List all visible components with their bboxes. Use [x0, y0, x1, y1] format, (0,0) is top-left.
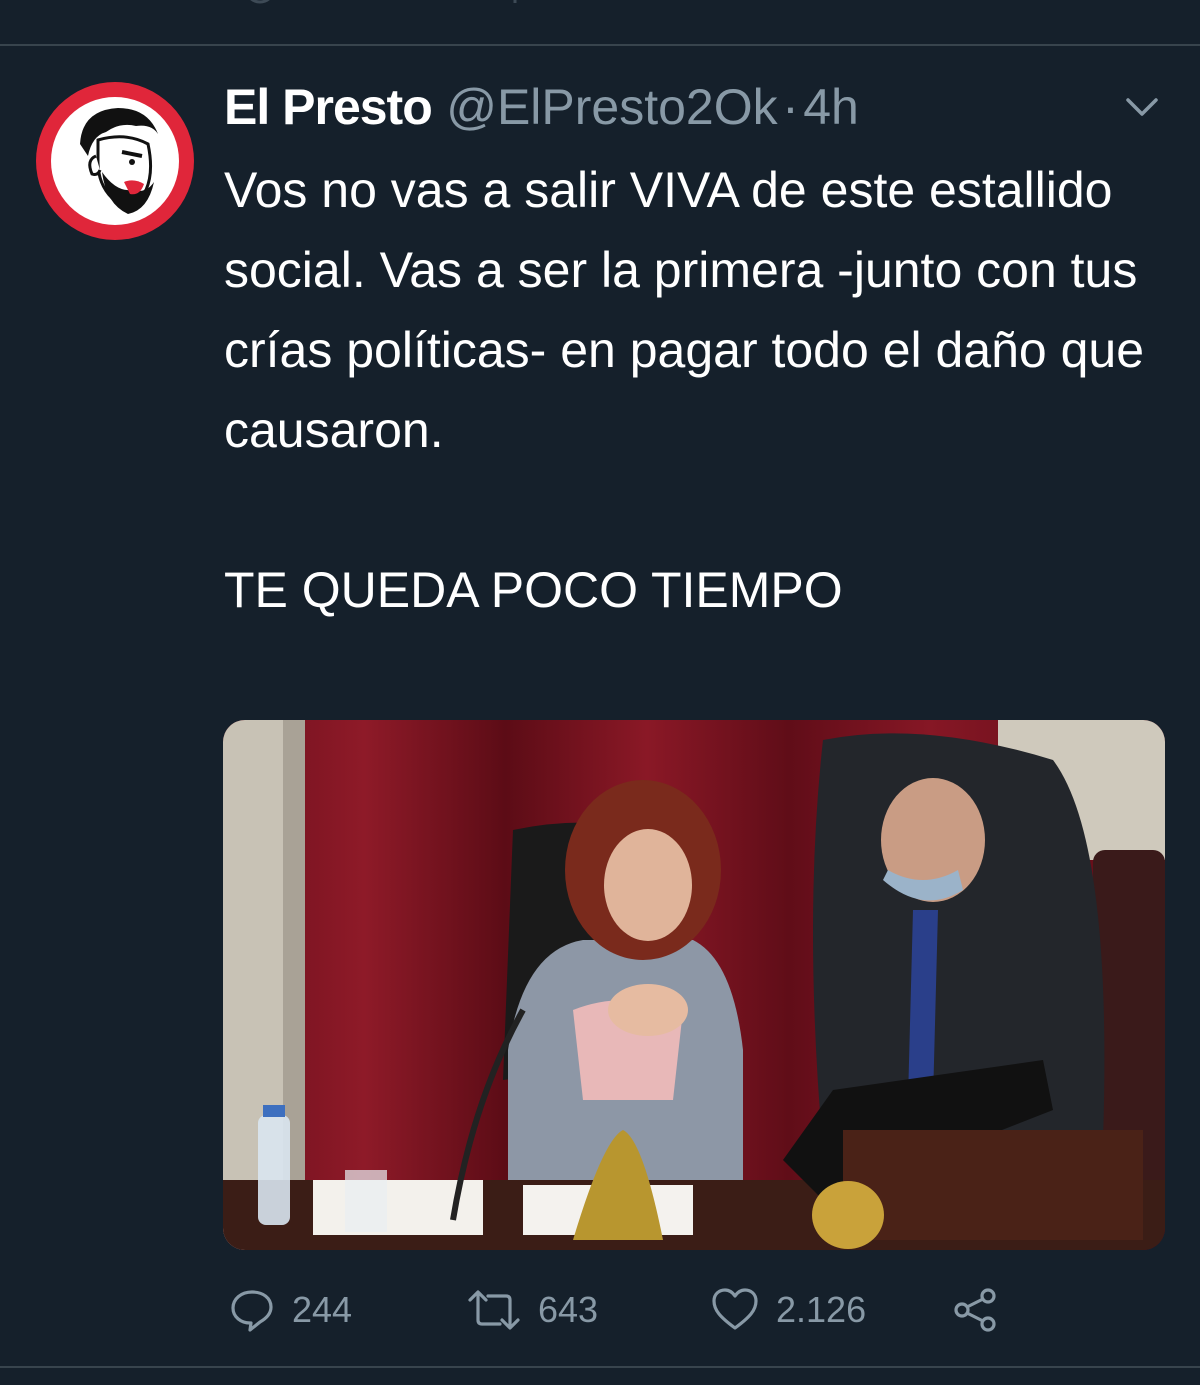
retweet-arrows-icon	[468, 1290, 520, 1330]
retweet-count: 643	[538, 1289, 599, 1330]
heart-icon	[712, 1288, 758, 1330]
reply-count: 244	[292, 1289, 353, 1330]
tweet-actions: 244 643 2.126	[0, 1280, 1200, 1340]
reply-bubble-icon	[250, 0, 270, 4]
retweet-arrows-icon	[513, 0, 517, 3]
like-count: 2.126	[776, 1289, 867, 1330]
reply-button[interactable]: 244	[228, 1280, 352, 1340]
tweet-media-photo[interactable]	[223, 720, 1165, 1250]
tweet-text-paragraph-2: TE QUEDA POCO TIEMPO	[224, 562, 843, 618]
chevron-down-icon[interactable]	[1120, 88, 1164, 128]
avatar[interactable]	[36, 82, 194, 240]
author-handle[interactable]: @ElPresto2Ok	[446, 79, 777, 135]
tweet-text: Vos no vas a salir VIVA de este estallid…	[224, 150, 1154, 630]
avatar-illustration	[51, 97, 179, 225]
tweet-header: El Presto @ElPresto2Ok · 4h	[224, 78, 859, 138]
photo-scene	[223, 720, 1165, 1250]
retweet-button[interactable]: 643	[466, 1280, 598, 1340]
author-name[interactable]: El Presto	[224, 79, 433, 135]
divider-bottom	[0, 1366, 1200, 1368]
previous-tweet-actions	[0, 0, 1200, 12]
like-button[interactable]: 2.126	[710, 1280, 866, 1340]
share-icon	[954, 1288, 996, 1332]
reply-bubble-icon	[231, 1290, 273, 1332]
heart-icon	[715, 0, 775, 8]
tweet-text-paragraph-1: Vos no vas a salir VIVA de este estallid…	[224, 162, 1145, 458]
tweet-timestamp[interactable]: 4h	[803, 79, 859, 135]
header-separator: ·	[782, 79, 799, 135]
divider-top	[0, 44, 1200, 46]
share-button[interactable]	[952, 1280, 1000, 1340]
